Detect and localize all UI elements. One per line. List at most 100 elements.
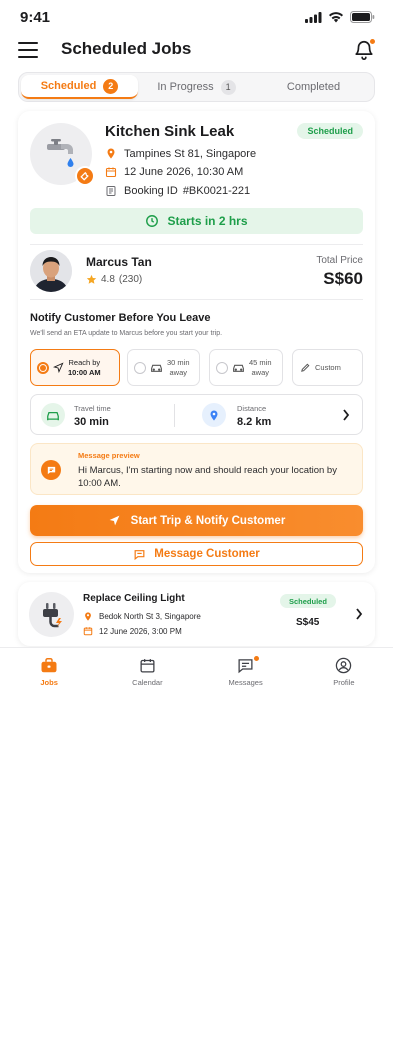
status-badge: Scheduled xyxy=(280,594,336,608)
star-icon xyxy=(86,274,97,284)
travel-time-value: 30 min xyxy=(74,416,109,428)
customer-rating: 4.8 (230) xyxy=(86,274,142,285)
job-location-row: Tampines St 81, Singapore xyxy=(105,147,256,160)
profile-icon xyxy=(336,657,352,673)
tab-count-badge: 1 xyxy=(220,79,236,95)
car-icon xyxy=(41,403,65,427)
clock-icon xyxy=(146,215,159,227)
notification-dot xyxy=(369,38,376,45)
radio-unselected xyxy=(134,361,146,374)
nav-profile[interactable]: Profile xyxy=(295,648,393,695)
divider xyxy=(30,244,363,245)
starts-in-banner: Starts in 2 hrs xyxy=(30,208,363,234)
navigation-arrow-icon xyxy=(53,362,64,373)
nav-label: Calendar xyxy=(132,677,163,687)
nav-messages[interactable]: Messages xyxy=(197,648,295,695)
job-location: Bedok North St 3, Singapore xyxy=(99,612,201,621)
location-pin-icon xyxy=(107,148,115,159)
start-trip-button[interactable]: Start Trip & Notify Customer xyxy=(30,505,363,536)
option-text: 45 min away xyxy=(249,357,272,377)
job-datetime: 12 June 2026, 10:30 AM xyxy=(124,166,244,178)
booking-id-row: Booking ID #BK0021-221 xyxy=(105,185,250,197)
receipt-icon xyxy=(106,186,116,196)
option-text: 30 min away xyxy=(167,357,190,377)
booking-id: #BK0021-221 xyxy=(182,185,251,197)
tab-label: In Progress xyxy=(157,81,214,93)
job-title: Replace Ceiling Light xyxy=(83,593,185,604)
total-price: S$60 xyxy=(323,269,363,288)
system-icons xyxy=(305,11,375,23)
review-count: (230) xyxy=(118,274,143,285)
customer-name: Marcus Tan xyxy=(86,255,152,269)
job-card-ceiling-light[interactable]: Replace Ceiling Light Bedok North St 3, … xyxy=(18,582,375,646)
eta-option-45-min[interactable]: 45 min away xyxy=(209,349,283,386)
job-status-tabs: Scheduled 2 In Progress 1 Completed xyxy=(18,72,375,102)
chevron-right-icon[interactable] xyxy=(355,608,363,620)
cellular-signal-icon xyxy=(305,11,322,23)
wifi-icon xyxy=(329,12,343,23)
location-pin-icon xyxy=(202,403,226,427)
page-title: Scheduled Jobs xyxy=(61,39,192,58)
notify-section-title: Notify Customer Before You Leave xyxy=(30,312,211,324)
job-card-kitchen-sink[interactable]: Kitchen Sink Leak Scheduled Tampines St … xyxy=(18,111,375,573)
radio-unselected xyxy=(216,361,228,374)
job-title: Kitchen Sink Leak xyxy=(105,123,235,140)
tab-in-progress[interactable]: In Progress 1 xyxy=(138,75,255,99)
location-pin-icon xyxy=(85,612,91,621)
job-datetime: 12 June 2026, 3:00 PM xyxy=(99,626,182,636)
travel-info-box[interactable]: Travel time 30 min Distance 8.2 km xyxy=(30,394,363,435)
total-price-label: Total Price xyxy=(316,255,363,266)
navigation-arrow-icon xyxy=(109,515,120,526)
wrench-badge-icon xyxy=(75,166,95,186)
travel-time-label: Travel time xyxy=(74,404,111,413)
tab-scheduled[interactable]: Scheduled 2 xyxy=(21,75,138,99)
customer-avatar xyxy=(30,250,72,292)
bottom-navigation: Jobs Calendar Messages Profile xyxy=(0,647,393,695)
status-bar: 9:41 xyxy=(0,0,393,34)
distance-value: 8.2 km xyxy=(237,416,272,428)
message-customer-button[interactable]: Message Customer xyxy=(30,542,363,566)
nav-jobs[interactable]: Jobs xyxy=(0,648,98,695)
app-header: Scheduled Jobs xyxy=(0,34,393,68)
chat-icon xyxy=(134,549,145,560)
message-icon xyxy=(238,658,253,673)
start-trip-label: Start Trip & Notify Customer xyxy=(130,514,286,527)
option-text: Reach by 10:00 AM xyxy=(68,357,101,377)
battery-icon xyxy=(350,11,375,23)
customer-photo xyxy=(30,250,72,292)
job-datetime-row: 12 June 2026, 10:30 AM xyxy=(105,166,243,178)
unread-dot xyxy=(253,656,259,661)
hamburger-menu-icon[interactable] xyxy=(18,42,38,58)
nav-calendar[interactable]: Calendar xyxy=(98,648,196,695)
notifications-button[interactable] xyxy=(353,38,376,61)
nav-label: Profile xyxy=(333,677,355,687)
car-icon xyxy=(151,364,162,372)
distance-label: Distance xyxy=(237,404,267,413)
rating-value: 4.8 xyxy=(101,274,115,285)
nav-label: Messages xyxy=(228,677,263,687)
plug-icon xyxy=(42,602,62,627)
faucet-icon xyxy=(47,139,74,167)
eta-option-reach-by[interactable]: Reach by 10:00 AM xyxy=(30,349,120,386)
option-text: Custom xyxy=(315,363,341,372)
divider xyxy=(174,404,175,427)
message-customer-label: Message Customer xyxy=(154,548,260,560)
nav-label: Jobs xyxy=(40,677,58,687)
calendar-icon xyxy=(140,658,155,673)
calendar-icon xyxy=(83,627,93,636)
starts-in-text: Starts in 2 hrs xyxy=(167,214,248,228)
eta-option-30-min[interactable]: 30 min away xyxy=(127,349,200,386)
job-icon xyxy=(29,592,74,637)
calendar-icon xyxy=(105,167,117,178)
booking-id-label: Booking ID xyxy=(124,185,178,197)
job-location: Tampines St 81, Singapore xyxy=(124,147,257,160)
eta-option-custom[interactable]: Custom xyxy=(292,349,363,386)
notify-section-subtitle: We'll send an ETA update to Marcus befor… xyxy=(30,330,223,337)
message-preview-box: Message preview Hi Marcus, I'm starting … xyxy=(30,443,363,495)
status-time: 9:41 xyxy=(20,8,51,26)
radio-selected xyxy=(37,361,49,374)
message-preview-text: Hi Marcus, I'm starting now and should r… xyxy=(78,465,337,489)
tab-label: Completed xyxy=(286,81,341,93)
chat-bubble-icon xyxy=(41,460,61,480)
tab-completed[interactable]: Completed xyxy=(255,75,372,99)
